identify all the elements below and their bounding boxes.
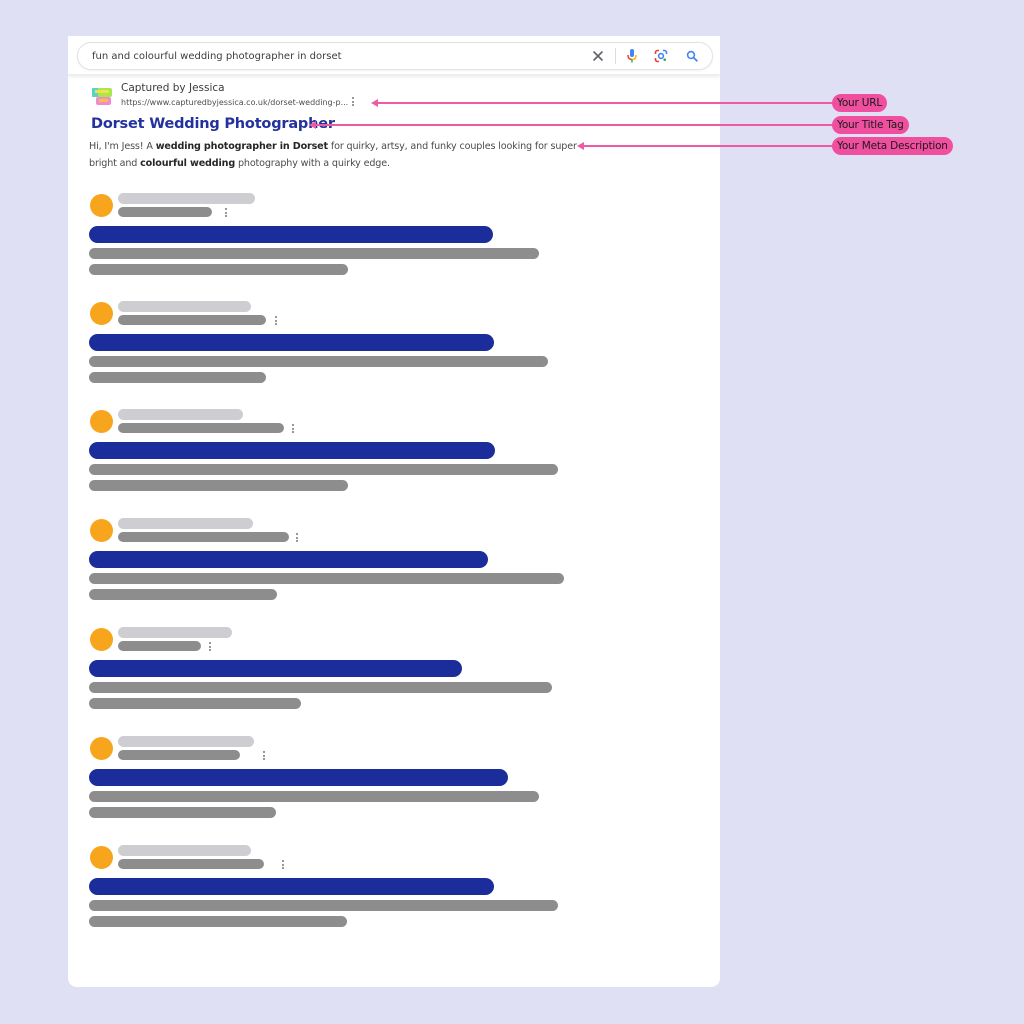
placeholder-favicon <box>90 519 113 542</box>
placeholder-url <box>118 315 266 325</box>
placeholder-url <box>118 859 264 869</box>
placeholder-site-name <box>118 193 255 204</box>
placeholder-description-line <box>89 916 347 927</box>
placeholder-description-line <box>89 698 301 709</box>
arrow-line-title <box>314 124 834 126</box>
placeholder-site-name <box>118 736 254 747</box>
search-header <box>68 36 720 75</box>
placeholder-title[interactable] <box>89 551 488 568</box>
arrow-line-url <box>376 102 834 104</box>
annotation-meta-description: Your Meta Description <box>832 137 953 155</box>
placeholder-result <box>68 301 720 391</box>
placeholder-site-name <box>118 845 251 856</box>
placeholder-favicon <box>90 628 113 651</box>
placeholder-url <box>118 750 240 760</box>
placeholder-options-button[interactable] <box>296 533 298 542</box>
placeholder-url <box>118 532 289 542</box>
placeholder-options-button[interactable] <box>263 751 265 760</box>
placeholder-options-button[interactable] <box>292 424 294 433</box>
search-button[interactable] <box>683 47 701 65</box>
placeholder-description-line <box>89 682 552 693</box>
placeholder-url <box>118 207 212 217</box>
more-vertical-icon <box>263 751 265 753</box>
captured-by-jessica-logo <box>91 87 113 107</box>
placeholder-title[interactable] <box>89 334 494 351</box>
result-options-button[interactable] <box>349 97 357 109</box>
desc-text: for quirky, artsy, and funky couples loo… <box>327 141 577 152</box>
meta-description: Hi, I'm Jess! A wedding photographer in … <box>89 138 579 172</box>
desc-text: Hi, I'm Jess! A <box>89 141 156 152</box>
arrow-line-description <box>582 145 834 147</box>
search-icon <box>686 50 698 62</box>
placeholder-description-line <box>89 807 276 818</box>
placeholder-site-name <box>118 627 232 638</box>
placeholder-title[interactable] <box>89 878 494 895</box>
placeholder-url <box>118 423 284 433</box>
desc-bold-keyword: wedding photographer in Dorset <box>155 141 328 152</box>
placeholder-result <box>68 845 720 935</box>
placeholder-site-name <box>118 409 243 420</box>
placeholder-result <box>68 518 720 608</box>
more-vertical-icon <box>209 642 211 644</box>
placeholder-description-line <box>89 900 558 911</box>
google-lens-icon <box>654 49 668 63</box>
placeholder-url <box>118 641 201 651</box>
more-vertical-icon <box>282 860 284 862</box>
placeholder-options-button[interactable] <box>275 316 277 325</box>
clear-search-button[interactable] <box>589 47 607 65</box>
placeholder-favicon <box>90 737 113 760</box>
placeholder-site-name <box>118 518 253 529</box>
voice-search-button[interactable] <box>623 47 641 65</box>
placeholder-title[interactable] <box>89 442 495 459</box>
placeholder-title[interactable] <box>89 226 493 243</box>
placeholder-description-line <box>89 573 564 584</box>
placeholder-description-line <box>89 248 539 259</box>
placeholder-options-button[interactable] <box>209 642 211 651</box>
more-vertical-icon <box>296 533 298 535</box>
placeholder-favicon <box>90 846 113 869</box>
placeholder-result <box>68 627 720 717</box>
placeholder-favicon <box>90 410 113 433</box>
search-results-card: Captured by Jessica https://www.captured… <box>68 36 720 987</box>
placeholder-favicon <box>90 302 113 325</box>
more-vertical-icon <box>225 208 227 210</box>
placeholder-description-line <box>89 480 348 491</box>
placeholder-description-line <box>89 372 266 383</box>
search-divider <box>615 48 616 64</box>
placeholder-title[interactable] <box>89 769 508 786</box>
google-lens-button[interactable] <box>652 47 670 65</box>
annotation-url: Your URL <box>832 94 887 112</box>
placeholder-description-line <box>89 264 348 275</box>
site-name[interactable]: Captured by Jessica <box>121 82 225 94</box>
result-title-link[interactable]: Dorset Wedding Photographer <box>91 116 335 132</box>
placeholder-description-line <box>89 356 548 367</box>
search-box <box>77 42 713 70</box>
placeholder-options-button[interactable] <box>225 208 227 217</box>
more-vertical-icon <box>292 424 294 426</box>
more-vertical-icon <box>275 316 277 318</box>
more-vertical-icon <box>352 97 354 99</box>
desc-bold-keyword: colourful wedding <box>140 158 236 169</box>
placeholder-result <box>68 736 720 826</box>
placeholder-favicon <box>90 194 113 217</box>
placeholder-options-button[interactable] <box>282 860 284 869</box>
microphone-icon <box>627 49 637 63</box>
placeholder-title[interactable] <box>89 660 462 677</box>
desc-text: photography with a quirky edge. <box>235 158 390 169</box>
placeholder-description-line <box>89 464 558 475</box>
result-url[interactable]: https://www.capturedbyjessica.co.uk/dors… <box>121 98 348 107</box>
placeholder-site-name <box>118 301 251 312</box>
placeholder-description-line <box>89 791 539 802</box>
placeholder-result <box>68 193 720 283</box>
annotation-title-tag: Your Title Tag <box>832 116 909 134</box>
placeholder-description-line <box>89 589 277 600</box>
desc-text: bright and <box>89 158 141 169</box>
search-input[interactable] <box>92 43 572 69</box>
close-icon <box>593 51 603 61</box>
placeholder-result <box>68 409 720 499</box>
